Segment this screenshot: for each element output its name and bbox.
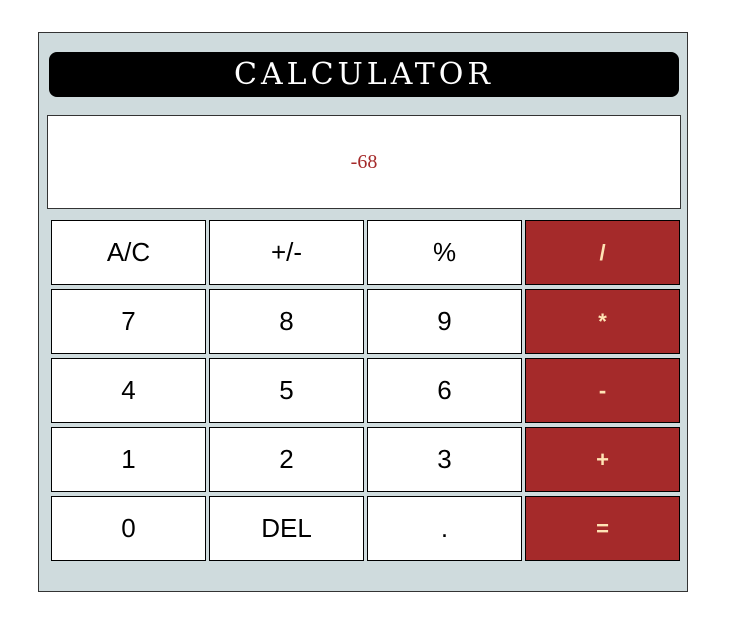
equals-button[interactable]: = — [525, 496, 680, 561]
digit-0-button[interactable]: 0 — [51, 496, 206, 561]
delete-button[interactable]: DEL — [209, 496, 364, 561]
digit-5-button[interactable]: 5 — [209, 358, 364, 423]
digit-2-button[interactable]: 2 — [209, 427, 364, 492]
percent-button[interactable]: % — [367, 220, 522, 285]
digit-6-button[interactable]: 6 — [367, 358, 522, 423]
calculator-title: CALCULATOR — [49, 52, 679, 97]
display-screen: -68 — [47, 115, 681, 209]
digit-4-button[interactable]: 4 — [51, 358, 206, 423]
negate-button[interactable]: +/- — [209, 220, 364, 285]
divide-button[interactable]: / — [525, 220, 680, 285]
digit-1-button[interactable]: 1 — [51, 427, 206, 492]
digit-7-button[interactable]: 7 — [51, 289, 206, 354]
subtract-button[interactable]: - — [525, 358, 680, 423]
digit-3-button[interactable]: 3 — [367, 427, 522, 492]
clear-button[interactable]: A/C — [51, 220, 206, 285]
multiply-button[interactable]: * — [525, 289, 680, 354]
decimal-button[interactable]: . — [367, 496, 522, 561]
calculator-panel: CALCULATOR -68 A/C +/- % / 7 8 9 * 4 5 6… — [38, 32, 688, 592]
digit-9-button[interactable]: 9 — [367, 289, 522, 354]
keypad: A/C +/- % / 7 8 9 * 4 5 6 - 1 2 3 + 0 DE… — [51, 220, 680, 561]
digit-8-button[interactable]: 8 — [209, 289, 364, 354]
add-button[interactable]: + — [525, 427, 680, 492]
